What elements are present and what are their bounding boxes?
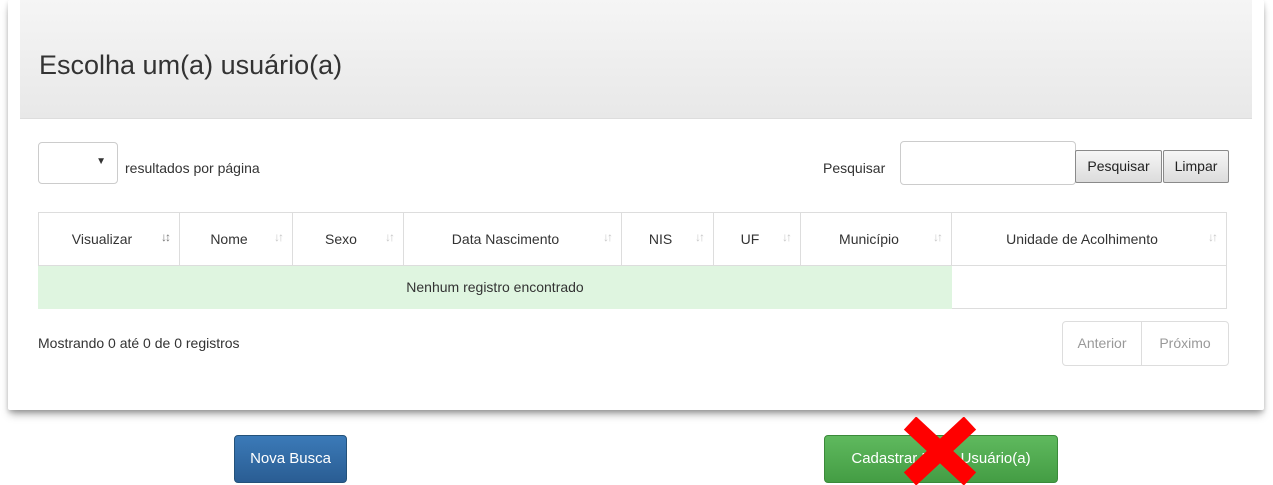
sort-icon: ↓↑ [385, 230, 395, 244]
dropdown-caret-icon: ▼ [96, 156, 106, 167]
previous-page-button[interactable]: Anterior [1063, 322, 1142, 365]
empty-table-message: Nenhum registro encontrado [38, 265, 952, 309]
users-table: Visualizar ↓↕ Nome ↓↑ Sexo ↓↑ Data Nasci… [38, 212, 1227, 309]
sort-icon: ↓↕ [161, 230, 171, 244]
red-x-mark-icon [903, 417, 977, 485]
new-search-button[interactable]: Nova Busca [234, 435, 347, 483]
sort-icon: ↓↑ [695, 230, 705, 244]
table-info: Mostrando 0 até 0 de 0 registros [38, 335, 240, 351]
page-length-select[interactable]: ▼ [38, 142, 118, 184]
column-label: Visualizar [71, 231, 133, 247]
table-header-row: Visualizar ↓↕ Nome ↓↑ Sexo ↓↑ Data Nasci… [38, 212, 1227, 266]
column-label: UF [740, 231, 760, 247]
table-cell [951, 265, 1227, 309]
sort-icon: ↓↑ [603, 230, 613, 244]
column-label: Nome [210, 231, 248, 247]
column-header-data-nascimento[interactable]: Data Nascimento ↓↑ [403, 212, 622, 266]
column-label: NIS [648, 231, 673, 247]
column-header-visualizar[interactable]: Visualizar ↓↕ [38, 212, 180, 266]
column-header-municipio[interactable]: Município ↓↑ [800, 212, 952, 266]
column-label: Unidade de Acolhimento [1006, 231, 1158, 247]
pagination: Anterior Próximo [1062, 321, 1229, 366]
search-label: Pesquisar [823, 160, 886, 176]
panel-heading: Escolha um(a) usuário(a) [20, 0, 1252, 119]
column-header-uf[interactable]: UF ↓↑ [713, 212, 801, 266]
clear-button[interactable]: Limpar [1163, 150, 1229, 183]
sort-icon: ↓↑ [782, 230, 792, 244]
sort-icon: ↓↑ [274, 230, 284, 244]
search-input[interactable] [900, 141, 1076, 185]
table-row: Nenhum registro encontrado [38, 265, 1227, 309]
column-label: Município [839, 231, 899, 247]
column-header-unidade-acolhimento[interactable]: Unidade de Acolhimento ↓↑ [951, 212, 1227, 266]
sort-icon: ↓↑ [933, 230, 943, 244]
sort-icon: ↓↑ [1208, 230, 1218, 244]
column-header-nis[interactable]: NIS ↓↑ [621, 212, 714, 266]
column-header-sexo[interactable]: Sexo ↓↑ [292, 212, 404, 266]
next-page-button[interactable]: Próximo [1142, 322, 1228, 365]
column-label: Data Nascimento [451, 231, 560, 247]
column-header-nome[interactable]: Nome ↓↑ [179, 212, 293, 266]
column-label: Sexo [325, 231, 357, 247]
page-length-label: resultados por página [125, 160, 260, 176]
search-button[interactable]: Pesquisar [1075, 150, 1162, 183]
page-title: Escolha um(a) usuário(a) [39, 50, 343, 80]
